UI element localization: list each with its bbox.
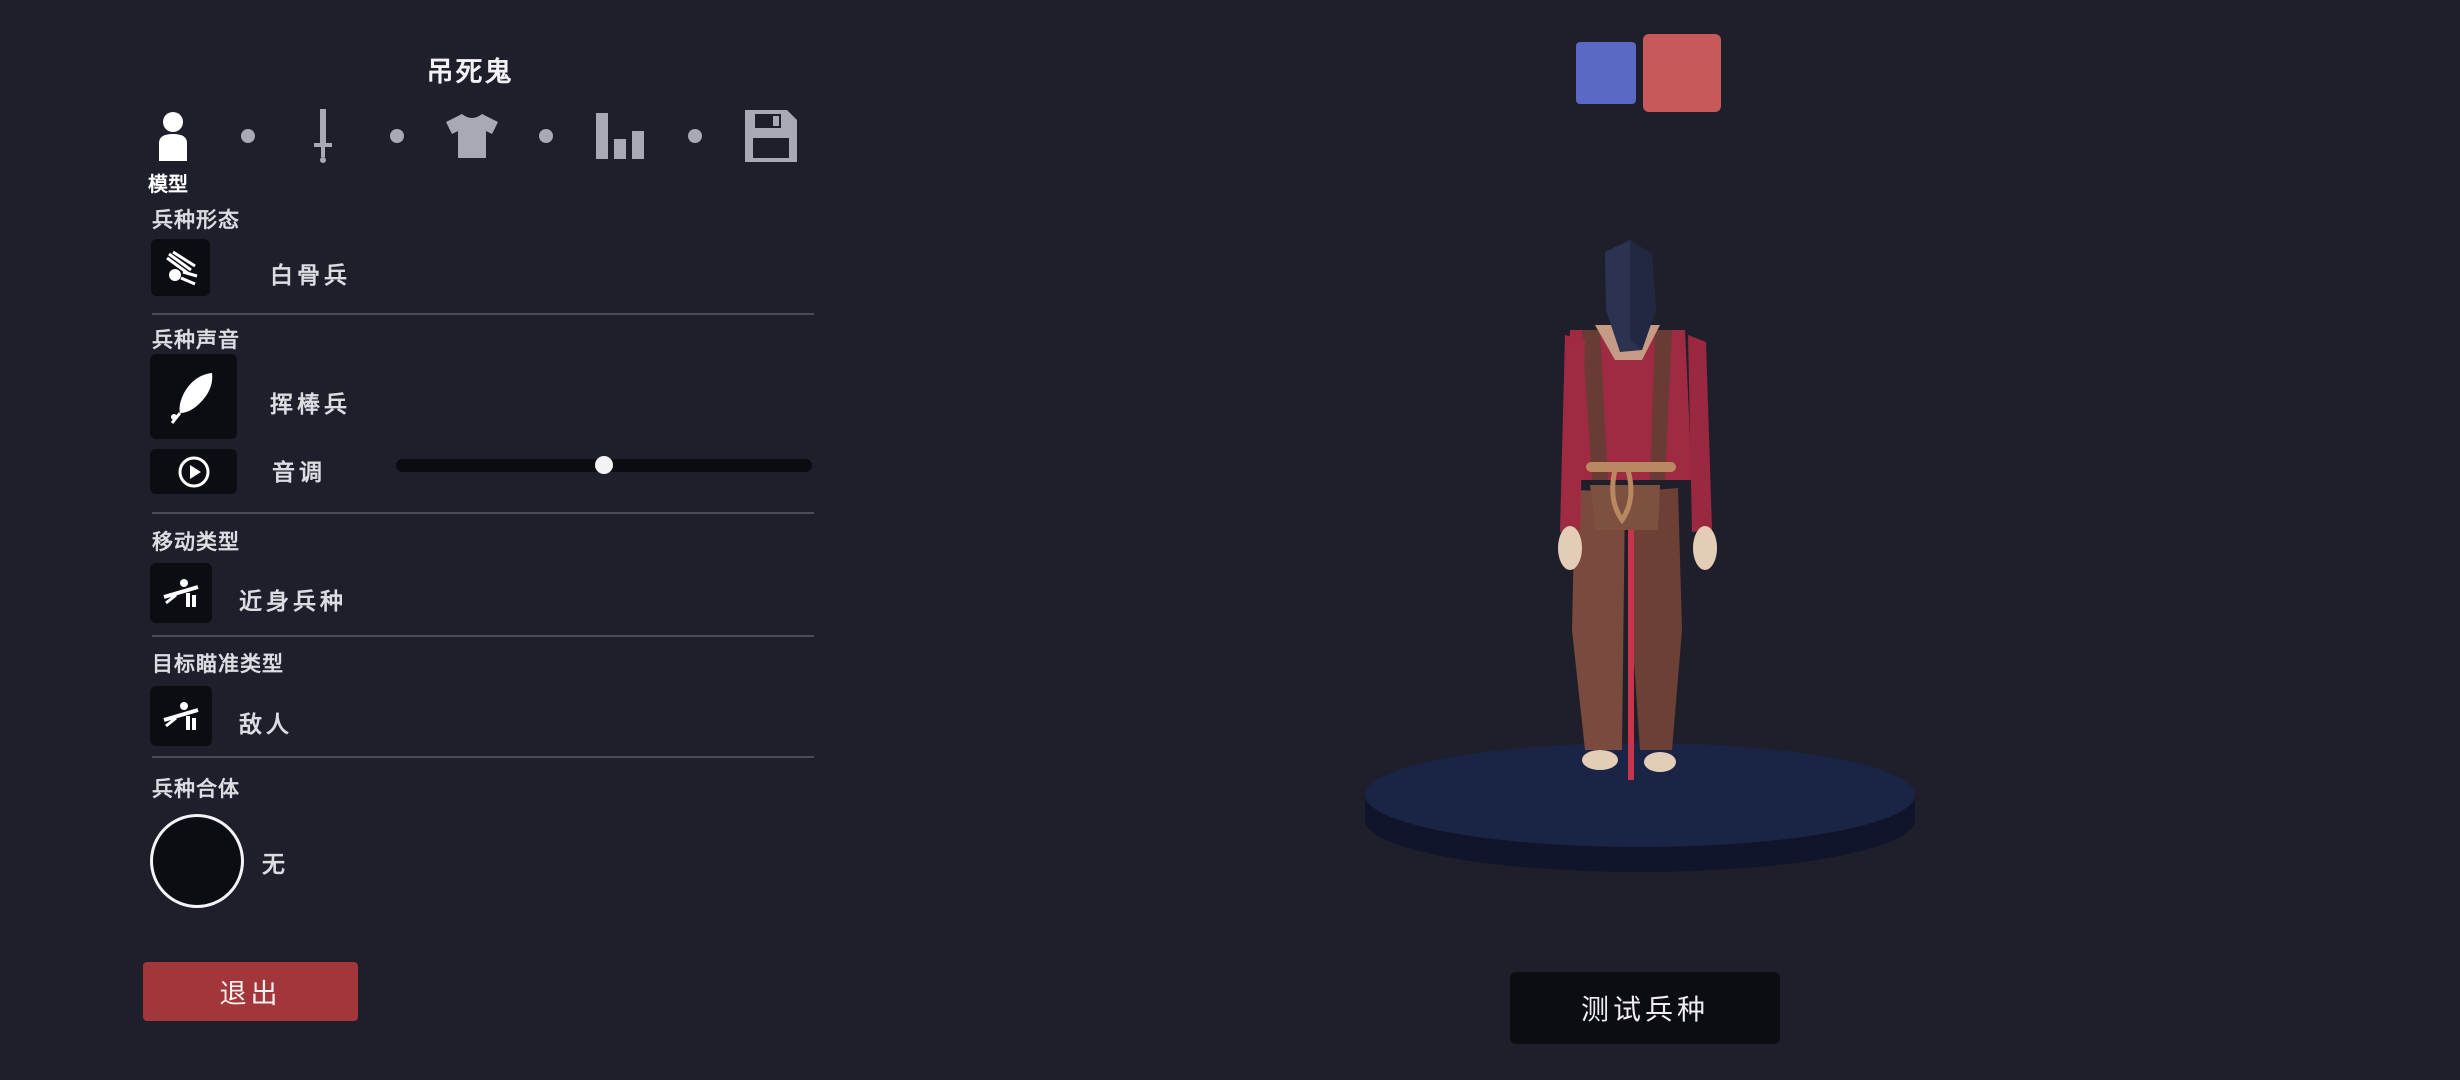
unit-model xyxy=(1558,240,1717,780)
play-voice-button[interactable] xyxy=(150,449,237,494)
platform-top xyxy=(1365,743,1915,847)
stats-icon xyxy=(596,113,644,159)
exit-button[interactable]: 退出 xyxy=(143,962,358,1021)
pitch-label: 音调 xyxy=(272,460,326,486)
voice-value: 挥棒兵 xyxy=(270,392,351,418)
step-separator-dot xyxy=(390,129,404,143)
targeting-value: 敌人 xyxy=(239,712,293,738)
save-icon xyxy=(745,110,797,162)
movement-section-label: 移动类型 xyxy=(152,530,240,554)
pitch-slider[interactable] xyxy=(396,456,812,474)
combo-value: 无 xyxy=(262,852,289,878)
skeleton-icon xyxy=(165,250,197,285)
section-divider xyxy=(152,512,814,514)
stats-step-tab[interactable] xyxy=(594,108,650,164)
unit-name: 吊死鬼 xyxy=(426,57,514,88)
form-value: 白骨兵 xyxy=(270,263,351,289)
form-select-button[interactable] xyxy=(151,239,210,296)
unit-preview[interactable] xyxy=(1360,230,1920,890)
combo-select-button[interactable] xyxy=(150,814,244,908)
pitch-slider-handle[interactable] xyxy=(595,456,613,474)
form-section-label: 兵种形态 xyxy=(152,208,240,232)
shirt-icon xyxy=(446,114,498,158)
clothing-step-tab[interactable] xyxy=(444,108,500,164)
model-step-tab[interactable] xyxy=(145,108,201,164)
section-divider xyxy=(152,313,814,315)
save-step-tab[interactable] xyxy=(743,108,799,164)
movement-value: 近身兵种 xyxy=(239,589,347,615)
weapon-step-tab[interactable] xyxy=(295,108,351,164)
section-divider xyxy=(152,756,814,758)
target-icon xyxy=(163,702,199,730)
feather-icon xyxy=(170,372,212,424)
combo-section-label: 兵种合体 xyxy=(152,777,240,801)
movement-select-button[interactable] xyxy=(150,563,212,623)
targeting-section-label: 目标瞄准类型 xyxy=(152,652,284,676)
blue-team-color-button[interactable] xyxy=(1576,42,1636,104)
step-label-model: 模型 xyxy=(148,172,188,196)
step-separator-dot xyxy=(539,129,553,143)
step-separator-dot xyxy=(241,129,255,143)
step-separator-dot xyxy=(688,129,702,143)
section-divider xyxy=(152,635,814,637)
voice-section-label: 兵种声音 xyxy=(152,328,240,352)
play-icon xyxy=(178,456,209,487)
person-icon xyxy=(159,112,187,161)
targeting-select-button[interactable] xyxy=(150,686,212,746)
melee-icon xyxy=(163,579,199,607)
red-team-color-button[interactable] xyxy=(1643,34,1721,112)
voice-select-button[interactable] xyxy=(150,354,237,439)
sword-icon xyxy=(314,109,332,163)
test-unit-button[interactable]: 测试兵种 xyxy=(1510,972,1780,1044)
